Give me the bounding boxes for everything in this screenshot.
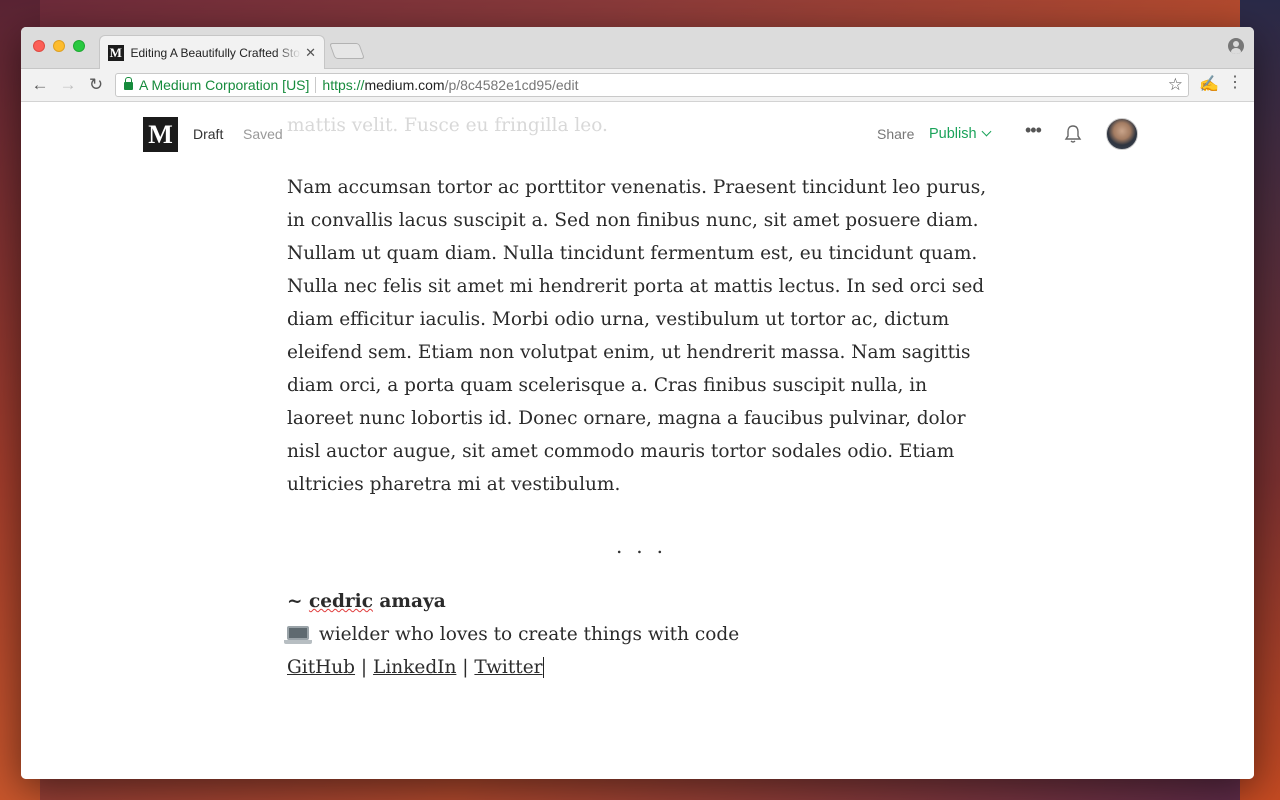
avatar[interactable] xyxy=(1106,118,1138,150)
close-tab-icon[interactable]: ✕ xyxy=(305,45,316,61)
profile-icon[interactable] xyxy=(1228,38,1244,54)
paragraph: Nam accumsan tortor ac porttitor venenat… xyxy=(287,177,987,495)
url-scheme: https:// xyxy=(322,77,365,93)
bio-line: wielder who loves to create things with … xyxy=(284,618,992,651)
url-path: /p/8c4582e1cd95/edit xyxy=(444,77,579,93)
minimize-window-button[interactable] xyxy=(53,40,65,52)
tab-active[interactable]: M Editing A Beautifully Crafted Story – … xyxy=(99,35,325,69)
zoom-window-button[interactable] xyxy=(73,40,85,52)
github-link[interactable]: GitHub xyxy=(287,657,355,678)
link-separator: | xyxy=(462,657,469,678)
notifications-bell-icon[interactable] xyxy=(1064,124,1082,149)
security-org-label: A Medium Corporation [US] xyxy=(139,77,310,93)
link-separator: | xyxy=(360,657,368,678)
laptop-icon xyxy=(284,626,312,644)
address-bar[interactable]: A Medium Corporation [US] https://medium… xyxy=(115,73,1189,97)
publish-button[interactable]: Publish xyxy=(929,126,992,142)
browser-menu-icon[interactable]: ⋮ xyxy=(1227,75,1243,91)
article-body[interactable]: non, sollicitudin massa. Duis nec enim n… xyxy=(284,102,992,684)
lock-icon xyxy=(124,77,133,90)
medium-logo[interactable]: M xyxy=(143,117,178,152)
signature-prefix: ~ xyxy=(287,591,309,612)
bookmark-star-icon[interactable]: ☆ xyxy=(1168,75,1183,95)
divider xyxy=(315,77,317,93)
medium-header: M Draft Saved Share Publish ••• xyxy=(21,102,1254,166)
more-options-button[interactable]: ••• xyxy=(1025,120,1042,141)
medium-favicon-icon: M xyxy=(108,44,124,61)
back-button[interactable]: ← xyxy=(26,75,54,95)
close-window-button[interactable] xyxy=(33,40,45,52)
new-tab-button[interactable] xyxy=(329,43,365,59)
social-links: GitHub | LinkedIn | Twitter xyxy=(287,651,992,684)
forward-button[interactable]: → xyxy=(54,75,82,95)
url-host: medium.com xyxy=(364,77,445,93)
saved-status: Saved xyxy=(243,126,283,142)
twitter-link[interactable]: Twitter xyxy=(474,657,544,678)
tab-title: Editing A Beautifully Crafted Story – Me… xyxy=(130,45,302,60)
signature-line: ~ cedric amaya xyxy=(287,585,992,618)
browser-window: M Editing A Beautifully Crafted Story – … xyxy=(21,27,1254,779)
page-content: non, sollicitudin massa. Duis nec enim n… xyxy=(21,102,1254,779)
browser-toolbar: ← → ↻ A Medium Corporation [US] https://… xyxy=(21,69,1254,102)
section-separator: ... xyxy=(615,534,678,558)
share-button[interactable]: Share xyxy=(877,126,914,142)
signature-name: cedric xyxy=(308,591,373,612)
bio-text: wielder who loves to create things with … xyxy=(318,624,740,645)
draft-label: Draft xyxy=(193,126,224,142)
chevron-down-icon xyxy=(981,126,992,137)
signature-surname: amaya xyxy=(372,591,446,612)
extension-icon[interactable]: ✍ xyxy=(1199,74,1219,94)
reload-button[interactable]: ↻ xyxy=(82,75,110,95)
linkedin-link[interactable]: LinkedIn xyxy=(373,657,456,678)
window-controls xyxy=(33,40,85,52)
tab-strip: M Editing A Beautifully Crafted Story – … xyxy=(21,27,1254,69)
publish-label: Publish xyxy=(929,126,977,142)
